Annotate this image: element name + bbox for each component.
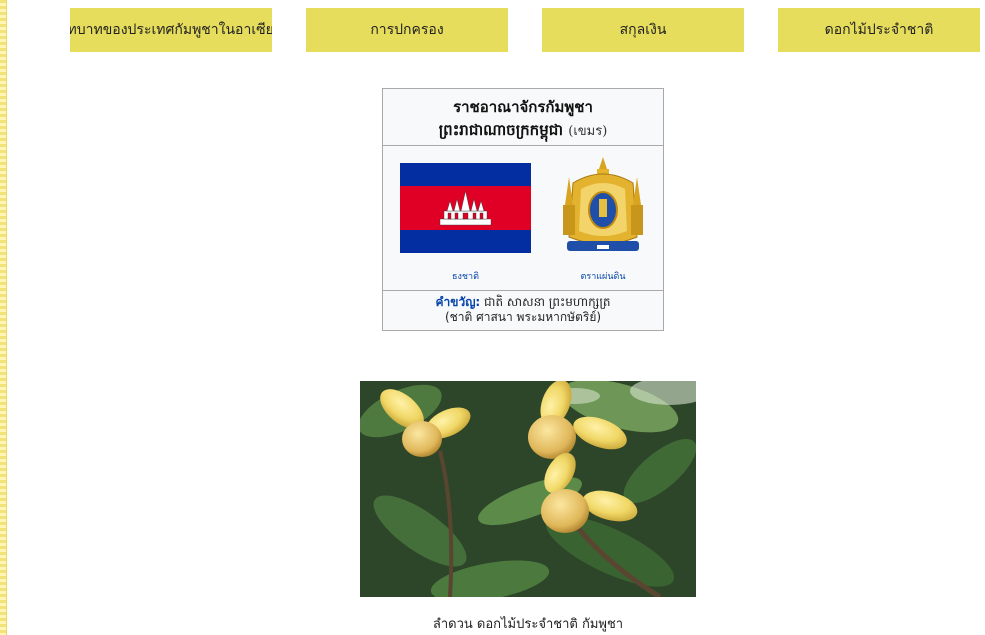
infobox-title-khmer-line: ព្រះរាជាណាចក្រកម្ពុជា (เขมร) xyxy=(383,120,663,143)
nav-button-government[interactable]: การปกครอง xyxy=(306,8,508,52)
left-border-stripe xyxy=(0,0,7,635)
motto-thai: (ชาติ ศาสนา พระมหากษัตริย์) xyxy=(444,310,602,324)
flag-caption-link[interactable]: ธงชาติ xyxy=(400,269,531,283)
motto-label-link[interactable]: คำขวัญ: xyxy=(435,295,480,309)
country-infobox: ราชอาณาจักรกัมพูชา ព្រះរាជាណាចក្រកម្ពុជា… xyxy=(382,88,664,331)
nav-button-currency[interactable]: สกุลเงิน xyxy=(542,8,744,52)
rumduol-flower-photo xyxy=(360,381,696,597)
infobox-motto: คำขวัญ: ជាតិ សាសនា ព្រះមហាក្សត្រ (ชาติ ศ… xyxy=(383,295,663,325)
infobox-divider xyxy=(383,145,663,146)
motto-khmer: ជាតិ សាសនា ព្រះមហាក្សត្រ xyxy=(484,295,611,309)
infobox-title-khmer: ព្រះរាជាណាចក្រកម្ពុជា xyxy=(438,121,564,139)
emblem-caption-link[interactable]: ตราแผ่นดิน xyxy=(559,269,647,283)
flower-caption: ลำดวน ดอกไม้ประจำชาติ กัมพูชา xyxy=(432,617,624,632)
infobox-title-lang: (เขมร) xyxy=(568,124,608,139)
top-nav: บทบาทของประเทศกัมพูชาในอาเซียน การปกครอง… xyxy=(70,8,985,52)
royal-arms-emblem-image[interactable] xyxy=(559,155,647,263)
infobox-title: ราชอาณาจักรกัมพูชา ព្រះរាជាណាចក្រកម្ពុជា… xyxy=(383,89,663,145)
infobox-title-thai: ราชอาณาจักรกัมพูชา xyxy=(453,98,593,116)
cambodia-flag-image[interactable] xyxy=(400,163,531,253)
infobox-divider xyxy=(383,290,663,291)
nav-button-national-flower[interactable]: ดอกไม้ประจำชาติ xyxy=(778,8,980,52)
nav-button-asean-role[interactable]: บทบาทของประเทศกัมพูชาในอาเซียน xyxy=(70,8,272,52)
